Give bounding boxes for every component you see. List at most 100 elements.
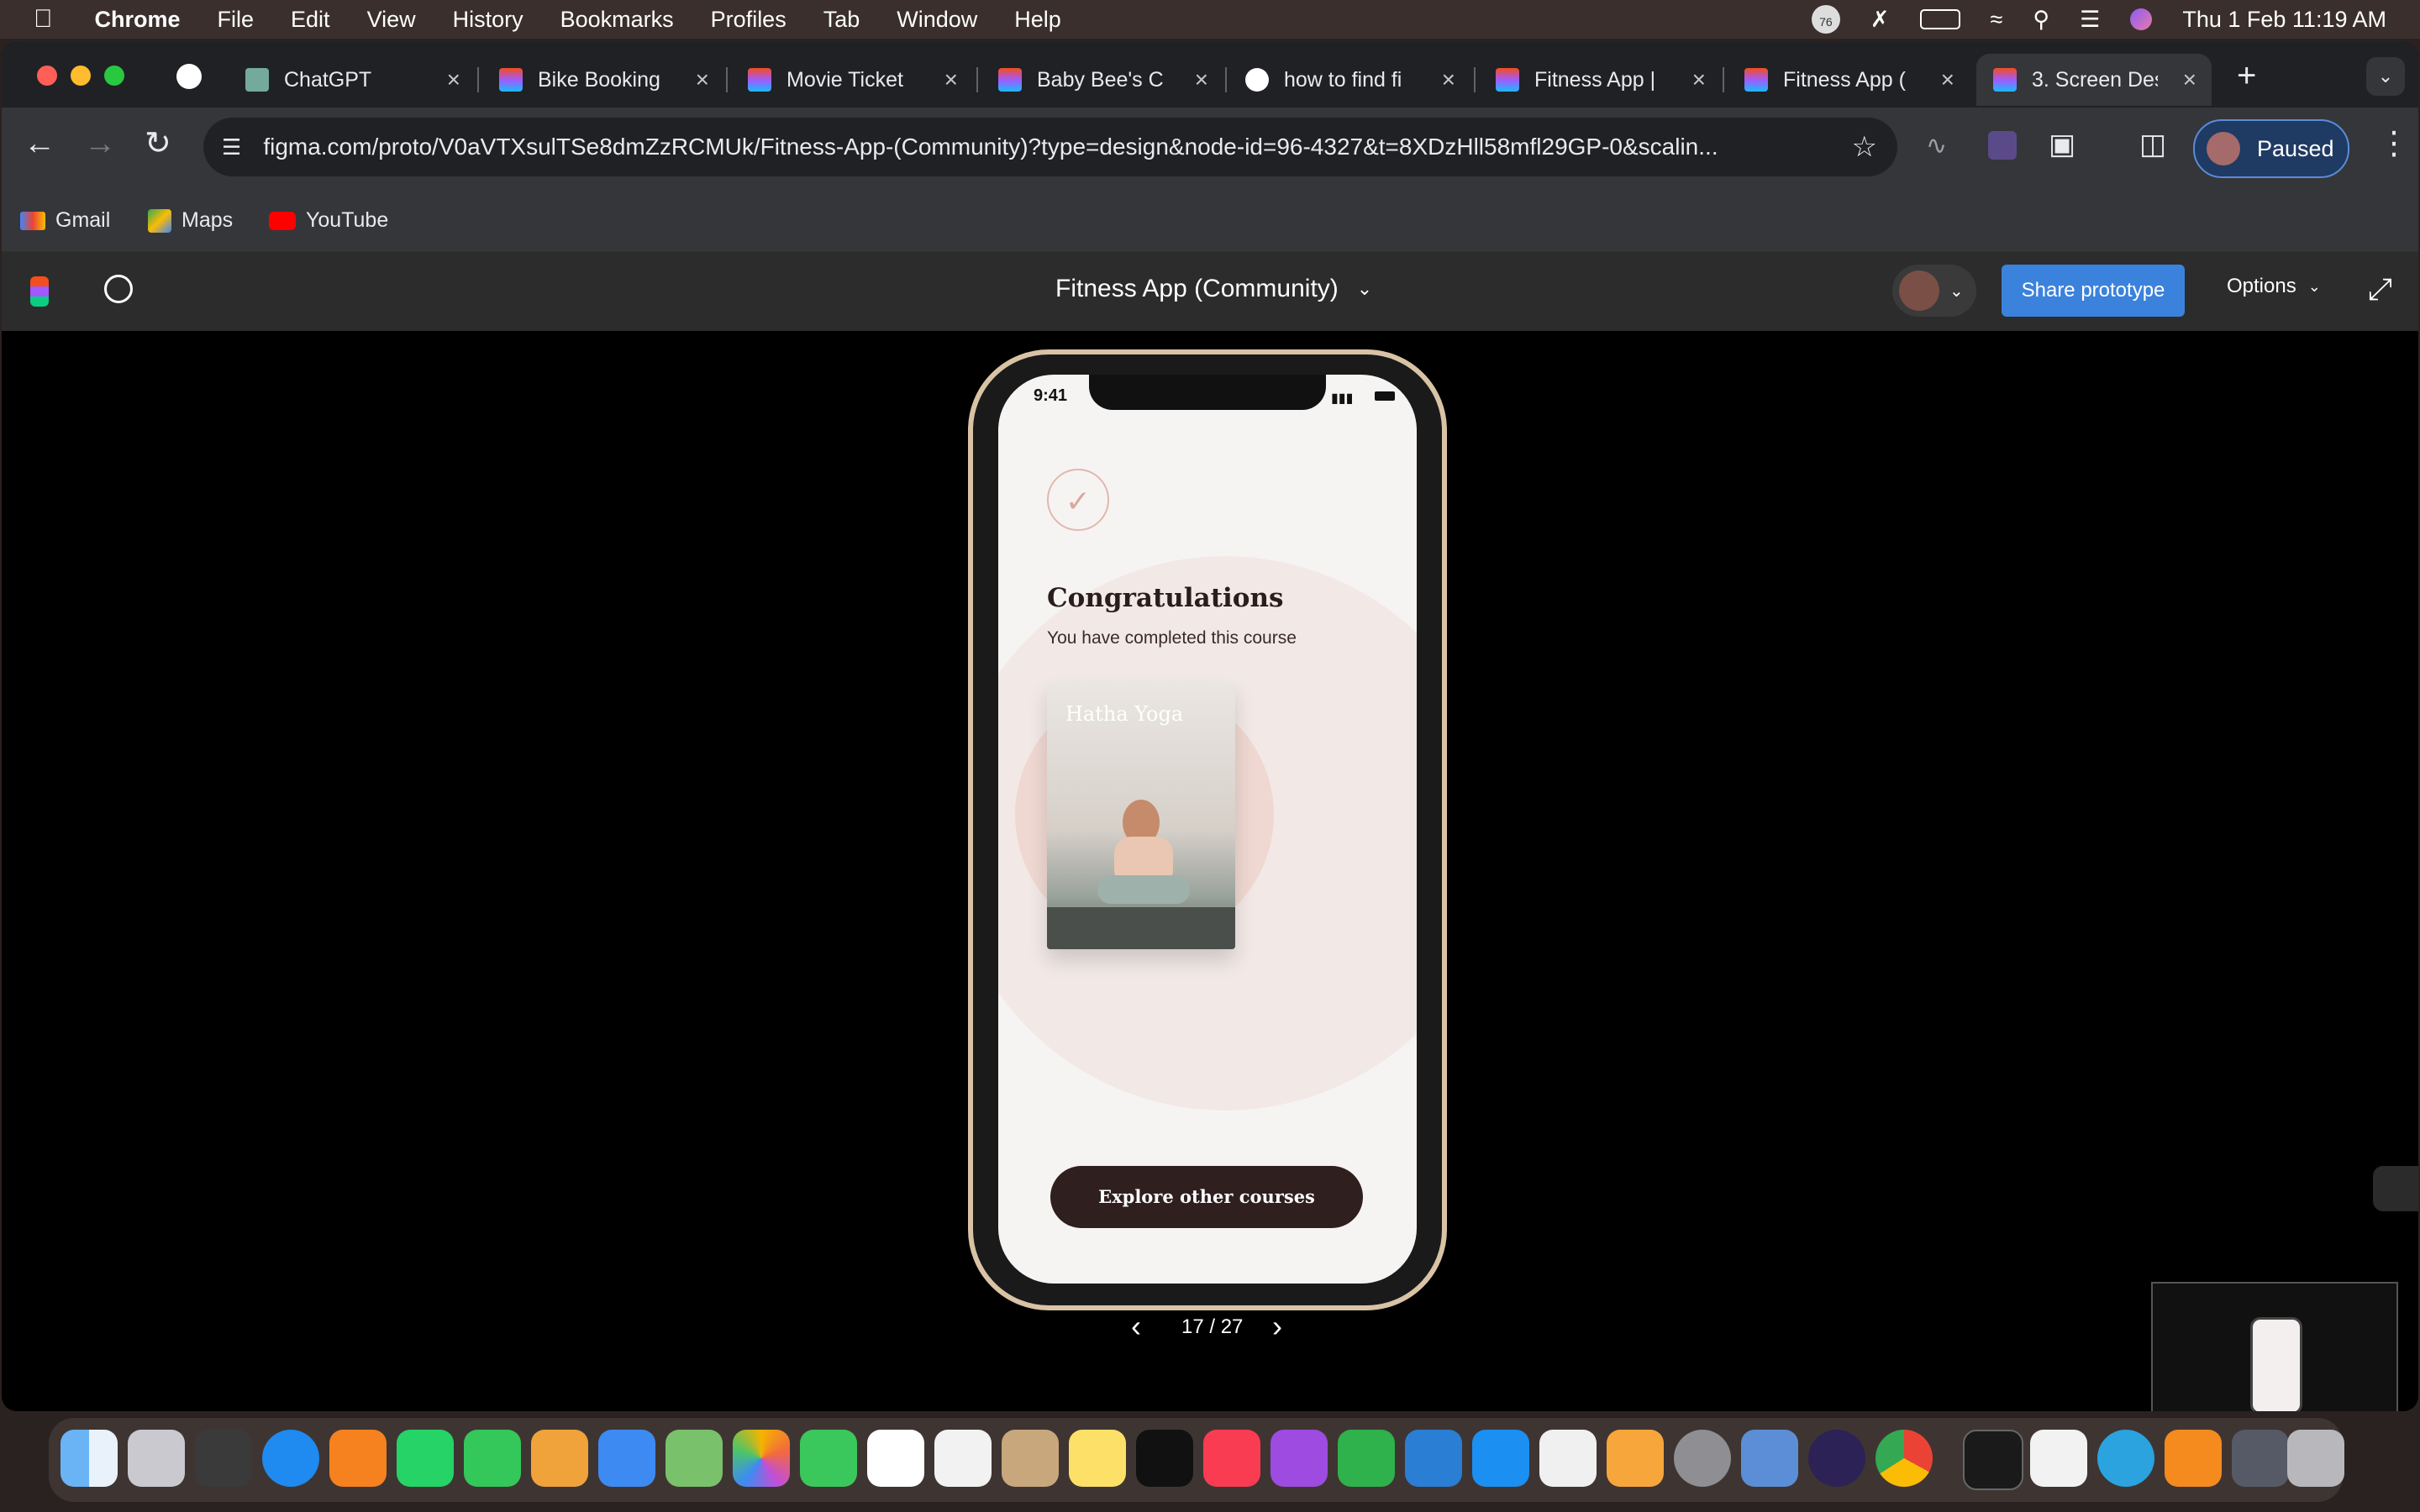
close-window-button[interactable] [37,66,57,86]
menu-history[interactable]: History [453,7,523,33]
eclipse-icon[interactable] [1808,1430,1865,1487]
bookmark-star-icon[interactable]: ☆ [1852,130,1877,164]
menu-app-name[interactable]: Chrome [95,7,181,33]
keychain-icon[interactable] [195,1430,252,1487]
chrome-icon[interactable] [1876,1430,1933,1487]
prev-frame-button[interactable]: ‹ [1131,1309,1141,1344]
next-frame-button[interactable]: › [1272,1309,1282,1344]
side-panel-icon[interactable]: ◫ [2139,128,2166,161]
downloads-stack-icon[interactable] [2232,1430,2289,1487]
new-tab-button[interactable]: + [2237,57,2256,95]
launchpad-icon[interactable] [128,1430,185,1487]
wifi-icon[interactable]: ≈ [1991,7,2003,33]
app-store-icon[interactable] [1472,1430,1529,1487]
close-icon[interactable]: × [1941,66,1954,93]
viewer-avatar-dropdown[interactable]: ⌄ [1892,265,1976,317]
safari-icon[interactable] [262,1430,319,1487]
battery-icon[interactable] [1919,9,1960,29]
whatsapp-icon[interactable] [397,1430,454,1487]
menu-file[interactable]: File [218,7,255,33]
file-title-dropdown[interactable]: Fitness App (Community) ⌄ [1055,275,1372,303]
options-dropdown[interactable]: Options ⌄ [2227,275,2321,298]
menu-profiles[interactable]: Profiles [711,7,786,33]
forward-button[interactable]: → [84,126,116,162]
menu-window[interactable]: Window [897,7,977,33]
maps-icon[interactable] [666,1430,723,1487]
menu-help[interactable]: Help [1014,7,1061,33]
books-icon[interactable] [329,1430,387,1487]
extension-icon[interactable]: ∿ [1926,131,1947,160]
figma-logo-icon[interactable] [30,276,49,307]
clock[interactable]: Thu 1 Feb 11:19 AM [2182,7,2386,33]
messages-icon[interactable] [464,1430,521,1487]
menu-view[interactable]: View [367,7,416,33]
reload-button[interactable]: ↻ [145,124,171,162]
bookmark-maps[interactable]: Maps [148,208,233,233]
bookmark-gmail[interactable]: Gmail [20,208,110,233]
profile-button[interactable]: Paused [2193,119,2349,178]
fullscreen-icon[interactable]: ⤢ [2368,271,2392,307]
trash-icon[interactable] [2287,1430,2344,1487]
menu-tab[interactable]: Tab [823,7,860,33]
share-prototype-button[interactable]: Share prototype [2002,265,2185,317]
apple-tv-icon[interactable] [1136,1430,1193,1487]
close-icon[interactable]: × [447,66,460,93]
notes-folder-icon[interactable] [531,1430,588,1487]
tab-baby-bees[interactable]: Baby Bee's C × [998,54,1208,106]
course-card[interactable]: Hatha Yoga [1047,682,1235,949]
tab-bike-booking[interactable]: Bike Booking × [499,54,709,106]
close-icon[interactable]: × [1195,66,1208,93]
photos-icon[interactable] [733,1430,790,1487]
tab-screen-design-active[interactable]: 3. Screen Des × [1976,54,2212,106]
terminal-icon[interactable] [1963,1430,2023,1490]
preview-icon[interactable] [1741,1430,1798,1487]
pages-icon[interactable] [1607,1430,1664,1487]
notes-icon[interactable] [1069,1430,1126,1487]
close-icon[interactable]: × [1442,66,1455,93]
extensions-puzzle-icon[interactable]: ▣ [2049,128,2075,161]
screen-thumbnail-preview[interactable] [2151,1282,2398,1411]
control-center-icon[interactable]: ☰ [2080,7,2100,33]
pinned-tab-icon[interactable] [176,64,202,89]
close-icon[interactable]: × [2183,66,2196,93]
reminders-icon[interactable] [934,1430,992,1487]
tab-google-search[interactable]: how to find fi × [1245,54,1455,106]
spotlight-search-icon[interactable]: ⚲ [2033,7,2049,33]
sublime-text-icon[interactable] [2165,1430,2222,1487]
close-icon[interactable]: × [1692,66,1706,93]
close-icon[interactable]: × [696,66,709,93]
more-menu-icon[interactable]: ⋮ [2378,124,2410,162]
minimize-window-button[interactable] [71,66,91,86]
bookmark-youtube[interactable]: YouTube [269,208,388,233]
tab-fitness-app-1[interactable]: Fitness App | × [1496,54,1706,106]
siri-icon[interactable] [2130,8,2153,30]
system-settings-icon[interactable] [1674,1430,1731,1487]
notification-badge-icon[interactable]: 76 [1811,5,1840,34]
floating-extension-button[interactable] [2373,1166,2418,1211]
tab-chatgpt[interactable]: ChatGPT × [245,54,460,106]
facetime-icon[interactable] [800,1430,857,1487]
url-text[interactable]: figma.com/proto/V0aVTXsulTSe8dmZzRCMUk/F… [263,134,1843,160]
address-bar[interactable]: ☰ figma.com/proto/V0aVTXsulTSe8dmZzRCMUk… [203,118,1897,176]
mic-off-icon[interactable]: ✗ [1870,7,1890,33]
numbers-icon[interactable] [1338,1430,1395,1487]
close-icon[interactable]: × [944,66,958,93]
calendar-icon[interactable] [867,1430,924,1487]
tab-search-button[interactable]: ⌄ [2366,57,2405,96]
mail-icon[interactable] [598,1430,655,1487]
textedit-icon[interactable] [2030,1430,2087,1487]
tab-fitness-app-2[interactable]: Fitness App ( × [1744,54,1954,106]
finder-icon[interactable] [60,1430,118,1487]
menu-bookmarks[interactable]: Bookmarks [560,7,674,33]
explore-courses-button[interactable]: Explore other courses [1050,1166,1363,1228]
podcasts-icon[interactable] [1270,1430,1328,1487]
menu-edit[interactable]: Edit [291,7,330,33]
site-info-icon[interactable]: ☰ [222,134,241,160]
extension-icon[interactable] [1988,131,2017,160]
apple-icon[interactable]:  [34,5,53,34]
music-icon[interactable] [1203,1430,1260,1487]
tab-movie-ticket[interactable]: Movie Ticket × [748,54,958,106]
telegram-icon[interactable] [2097,1430,2154,1487]
maximize-window-button[interactable] [104,66,124,86]
keynote-icon[interactable] [1539,1430,1597,1487]
